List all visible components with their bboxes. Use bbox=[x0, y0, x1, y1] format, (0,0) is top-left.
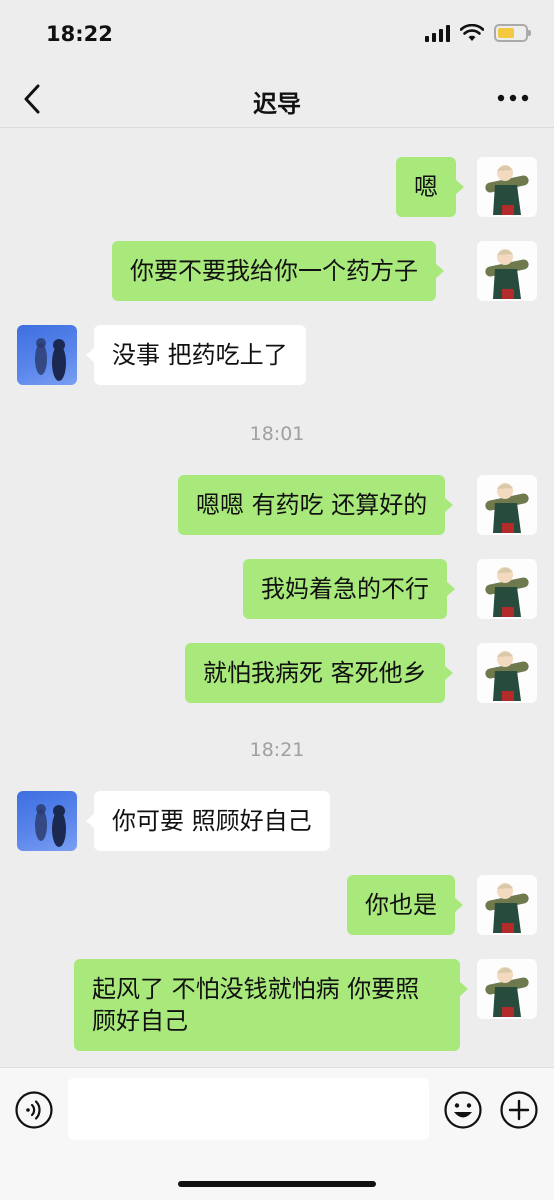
contact-avatar[interactable] bbox=[17, 325, 77, 385]
more-button[interactable] bbox=[496, 88, 530, 108]
chat-title: 迟导 bbox=[253, 90, 301, 118]
self-avatar[interactable] bbox=[477, 157, 537, 217]
avatar-illustration bbox=[485, 967, 529, 1017]
emoji-icon bbox=[444, 1091, 482, 1129]
self-avatar[interactable] bbox=[477, 875, 537, 935]
avatar-illustration bbox=[485, 249, 529, 299]
self-avatar[interactable] bbox=[477, 241, 537, 301]
message-bubble-self[interactable]: 你要不要我给你一个药方子 bbox=[112, 241, 444, 301]
avatar-illustration bbox=[485, 883, 529, 933]
self-avatar[interactable] bbox=[477, 643, 537, 703]
self-avatar[interactable] bbox=[477, 475, 537, 535]
more-icon bbox=[497, 94, 529, 102]
avatar-illustration bbox=[485, 651, 529, 701]
message-bubble-self[interactable]: 你也是 bbox=[347, 875, 463, 935]
plus-button[interactable] bbox=[499, 1090, 539, 1130]
voice-button[interactable] bbox=[14, 1090, 54, 1130]
message-bubble-other[interactable]: 你可要 照顾好自己 bbox=[86, 791, 330, 851]
contact-avatar[interactable] bbox=[17, 791, 77, 851]
avatar-illustration bbox=[35, 804, 66, 847]
message-bubble-self[interactable]: 就怕我病死 客死他乡 bbox=[185, 643, 453, 703]
avatar-illustration bbox=[35, 338, 66, 381]
timestamp: 18:01 bbox=[249, 423, 305, 445]
message-bubble-self[interactable]: 我妈着急的不行 bbox=[243, 559, 455, 619]
nav-bar: 迟导 bbox=[0, 70, 554, 128]
message-input[interactable] bbox=[68, 1078, 429, 1140]
self-avatar[interactable] bbox=[477, 559, 537, 619]
message-bubble-self[interactable]: 嗯 bbox=[396, 157, 464, 217]
plus-icon bbox=[500, 1091, 538, 1129]
avatar-illustration bbox=[485, 165, 529, 215]
avatar-illustration bbox=[485, 483, 529, 533]
self-avatar[interactable] bbox=[477, 959, 537, 1019]
status-time: 18:22 bbox=[46, 22, 113, 46]
status-icons bbox=[425, 24, 531, 42]
emoji-button[interactable] bbox=[443, 1090, 483, 1130]
timestamp: 18:21 bbox=[249, 739, 305, 761]
avatar-illustration bbox=[485, 567, 529, 617]
wifi-icon bbox=[460, 24, 484, 41]
message-bubble-other[interactable]: 没事 把药吃上了 bbox=[86, 325, 306, 385]
voice-icon bbox=[15, 1091, 53, 1129]
battery-level bbox=[498, 28, 514, 38]
chat-area[interactable]: 嗯 你要不要我给你一个药方子 没事 把药吃上了 18:01 嗯嗯 有药吃 还算好… bbox=[0, 129, 554, 1067]
battery-icon bbox=[494, 24, 531, 42]
message-bubble-self[interactable]: 起风了 不怕没钱就怕病 你要照顾好自己 bbox=[74, 959, 468, 1051]
message-bubble-self[interactable]: 嗯嗯 有药吃 还算好的 bbox=[178, 475, 454, 535]
signal-icon bbox=[425, 24, 450, 42]
home-indicator bbox=[178, 1181, 376, 1187]
status-bar: 18:22 bbox=[0, 0, 554, 70]
